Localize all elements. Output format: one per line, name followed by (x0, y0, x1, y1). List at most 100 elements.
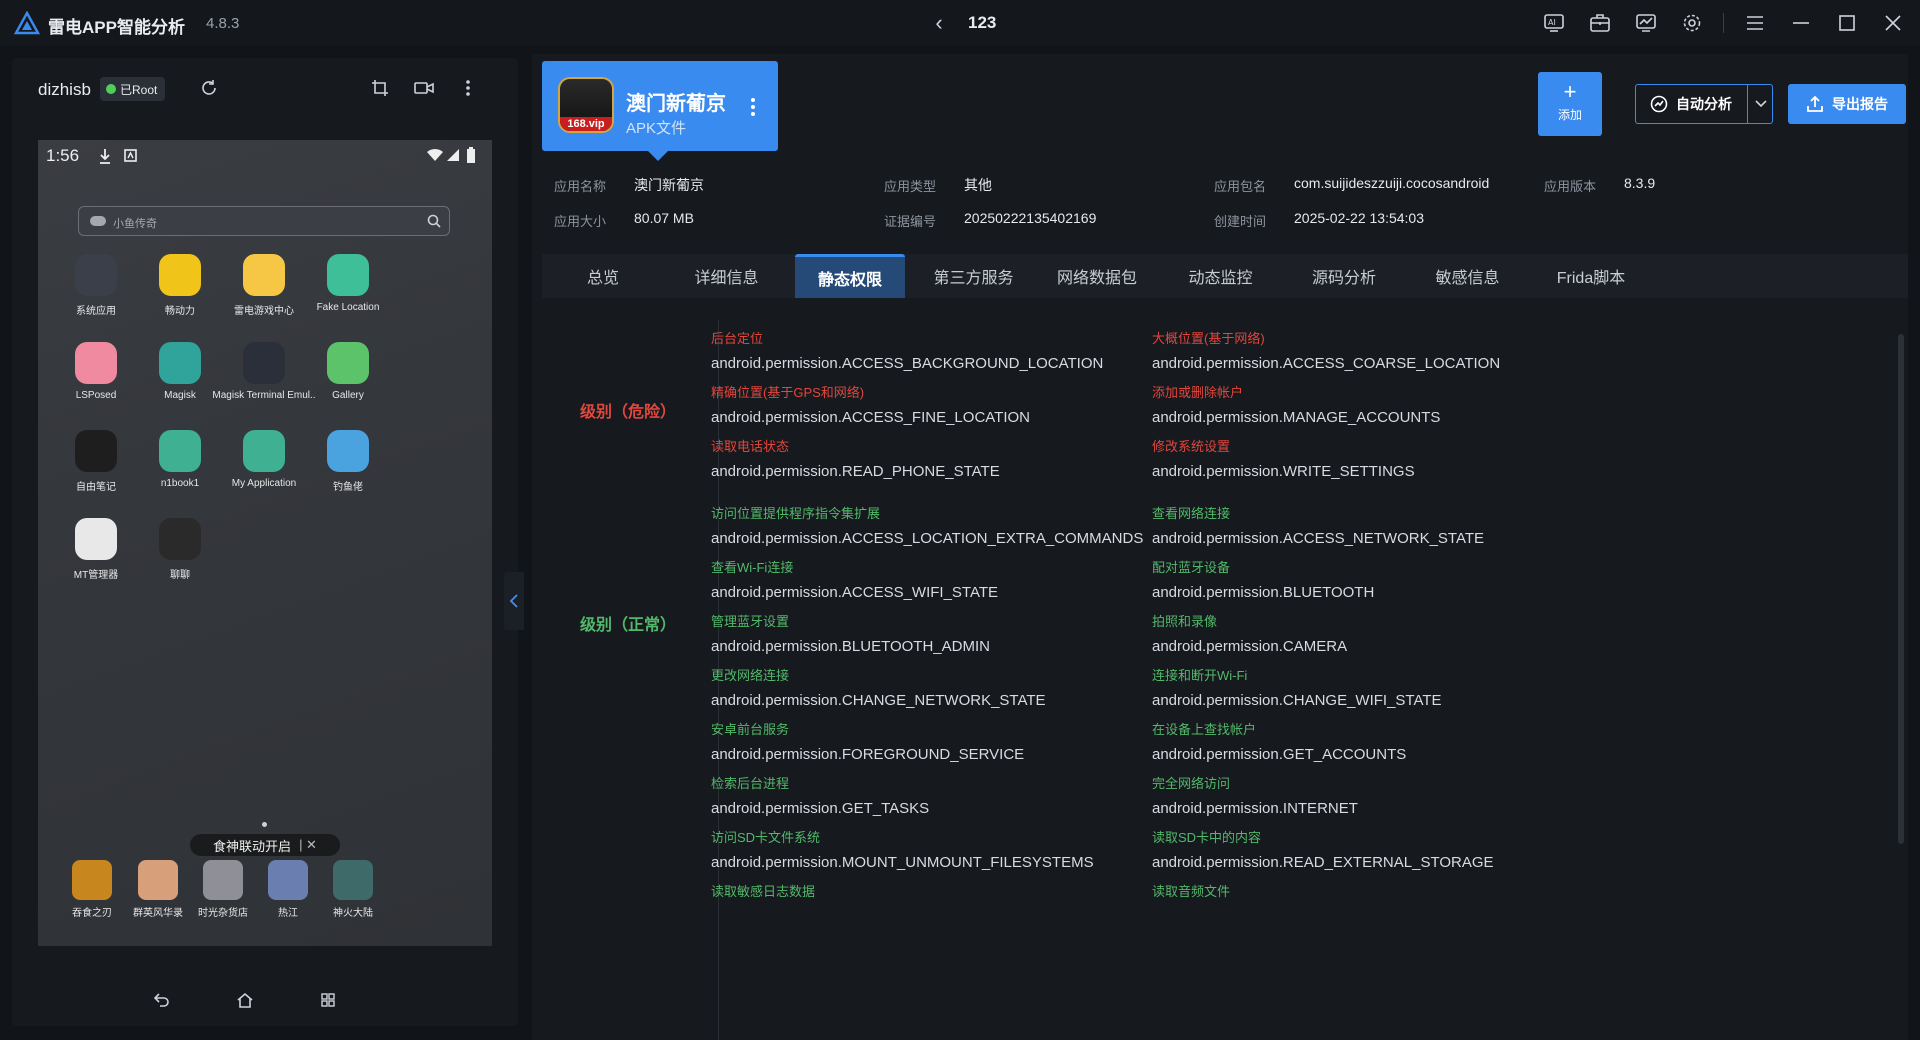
permission-id: android.permission.ACCESS_NETWORK_STATE (1152, 530, 1485, 547)
battery-icon (467, 147, 475, 163)
info-package-value: com.suijideszzuiji.cocosandroid (1294, 175, 1490, 191)
tab-1[interactable]: 详细信息 (666, 254, 788, 298)
nav-recents-icon[interactable] (316, 988, 340, 1012)
permission-item: 读取音频文件 (1152, 881, 1672, 908)
app-icon-image (327, 430, 369, 472)
search-icon[interactable] (427, 214, 441, 228)
crop-icon[interactable] (368, 76, 392, 100)
permission-name: 配对蓝牙设备 (1152, 560, 1231, 575)
tab-8[interactable]: Frida脚本 (1530, 254, 1652, 298)
tab-6[interactable]: 源码分析 (1283, 254, 1405, 298)
phone-app-icon[interactable]: Fake Location (296, 254, 400, 313)
phone-search-placeholder: 小鱼传奇 (113, 218, 157, 230)
dock-app-icon (268, 860, 308, 900)
dock-app[interactable]: 神火大陆 (313, 860, 393, 919)
permission-name: 拍照和录像 (1152, 614, 1218, 629)
tab-7[interactable]: 敏感信息 (1407, 254, 1529, 298)
analysis-main: 168.vip 澳门新葡京 APK文件 + 添加 自动分析 导出报告 应用名称 … (532, 54, 1908, 1040)
permission-item: 完全网络访问 android.permission.INTERNET (1152, 773, 1672, 817)
permission-item: 修改系统设置 android.permission.WRITE_SETTINGS (1152, 436, 1672, 480)
permission-item: 配对蓝牙设备 android.permission.BLUETOOTH (1152, 557, 1672, 601)
info-type-label: 应用类型 (884, 179, 937, 194)
chevron-down-icon (1754, 100, 1767, 108)
monitor-icon[interactable] (1634, 11, 1658, 35)
root-status-label: 已Root (120, 82, 158, 97)
permission-name: 读取音频文件 (1152, 884, 1231, 899)
export-report-label: 导出报告 (1832, 96, 1888, 112)
refresh-icon[interactable] (197, 76, 221, 100)
toast-text: 食神联动开启 (213, 838, 292, 854)
app-icon-image (243, 254, 285, 296)
app-card-more-icon[interactable] (750, 97, 760, 121)
title-bar: 雷电APP智能分析 4.8.3 ‹ 123 AI (0, 0, 1920, 46)
auto-analyze-dropdown[interactable] (1747, 84, 1773, 124)
collapse-panel-icon[interactable] (504, 572, 524, 630)
tab-4[interactable]: 网络数据包 (1036, 254, 1158, 298)
info-name-value: 澳门新葡京 (634, 177, 704, 193)
download-icon (100, 149, 110, 164)
info-created-label: 创建时间 (1214, 214, 1267, 229)
danger-level-label: 级别（危险） (580, 404, 677, 421)
upload-icon (1807, 95, 1823, 112)
document-title: 123 (968, 13, 997, 32)
toast-close-icon[interactable]: | ✕ (299, 837, 317, 853)
nav-back-icon[interactable] (150, 988, 174, 1012)
add-button[interactable]: + 添加 (1538, 72, 1602, 136)
permission-item: 连接和断开Wi-Fi android.permission.CHANGE_WIFI… (1152, 665, 1672, 709)
menu-icon[interactable] (1743, 11, 1767, 35)
more-vertical-icon[interactable] (456, 76, 480, 100)
app-icon-image (159, 518, 201, 560)
app-icon-label: Fake Location (316, 302, 380, 313)
app-icon-image (327, 254, 369, 296)
permission-name: 大概位置(基于网络) (1152, 331, 1265, 346)
info-created-value: 2025-02-22 13:54:03 (1294, 210, 1424, 226)
record-video-icon[interactable] (412, 76, 436, 100)
app-icon-image (243, 342, 285, 384)
permission-id: android.permission.GET_ACCOUNTS (1152, 746, 1407, 763)
app-card[interactable]: 168.vip 澳门新葡京 APK文件 (542, 61, 778, 161)
app-icon-image (159, 254, 201, 296)
phone-toast[interactable]: 食神联动开启 | ✕ (190, 834, 340, 856)
info-type-value: 其他 (964, 177, 992, 193)
phone-search-bar[interactable]: 小鱼传奇 (78, 206, 450, 236)
device-screen[interactable]: 1:56 小鱼传奇 系统应用 畅动力 雷电游戏中心 Fake Location LSPo… (38, 140, 492, 946)
back-icon[interactable]: ‹ (927, 11, 951, 35)
analysis-tabs: 总览 详细信息 静态权限 第三方服务 网络数据包 动态监控 源码分析 敏感信息 Frida脚本 (542, 254, 1908, 298)
close-icon[interactable] (1881, 11, 1905, 35)
phone-app-icon[interactable]: Gallery (296, 342, 400, 401)
app-icon-image (159, 430, 201, 472)
phone-status-bar: 1:56 (38, 140, 492, 172)
permission-name: 修改系统设置 (1152, 439, 1231, 454)
tab-5[interactable]: 动态监控 (1160, 254, 1282, 298)
tab-3[interactable]: 第三方服务 (913, 254, 1035, 298)
device-name: dizhisb (38, 80, 91, 99)
phone-app-icon[interactable]: 钓鱼佬 (296, 430, 400, 493)
plus-icon: + (1563, 79, 1577, 104)
minimize-icon[interactable] (1789, 11, 1813, 35)
nav-home-icon[interactable] (233, 988, 257, 1012)
permission-id: android.permission.BLUETOOTH (1152, 584, 1375, 601)
export-report-button[interactable]: 导出报告 (1788, 84, 1906, 124)
titlebar-separator (1723, 13, 1724, 33)
phone-app-icon[interactable]: 聊聊 (128, 518, 232, 581)
settings-icon[interactable] (1680, 11, 1704, 35)
scrollbar[interactable] (1898, 334, 1904, 844)
tab-0[interactable]: 总览 (542, 254, 664, 298)
root-status-badge: 已Root (100, 77, 166, 101)
app-icon-image (243, 430, 285, 472)
ai-icon[interactable]: AI (1542, 11, 1566, 35)
toolbox-icon[interactable] (1588, 11, 1612, 35)
notification-icon (124, 149, 137, 162)
permission-id: android.permission.READ_EXTERNAL_STORAGE (1152, 854, 1494, 871)
permission-item: 大概位置(基于网络) android.permission.ACCESS_COAR… (1152, 328, 1672, 372)
permission-name: 连接和断开Wi-Fi (1152, 668, 1248, 683)
info-package-label: 应用包名 (1214, 179, 1267, 194)
app-icon-label: Gallery (332, 390, 364, 401)
app-version: 4.8.3 (206, 15, 240, 32)
permission-item: 添加或删除帐户 android.permission.MANAGE_ACCOUNT… (1152, 382, 1672, 426)
tab-2[interactable]: 静态权限 (795, 254, 905, 298)
maximize-icon[interactable] (1835, 11, 1859, 35)
phone-clock: 1:56 (46, 146, 80, 165)
add-button-label: 添加 (1557, 108, 1582, 122)
app-icon-image (75, 342, 117, 384)
